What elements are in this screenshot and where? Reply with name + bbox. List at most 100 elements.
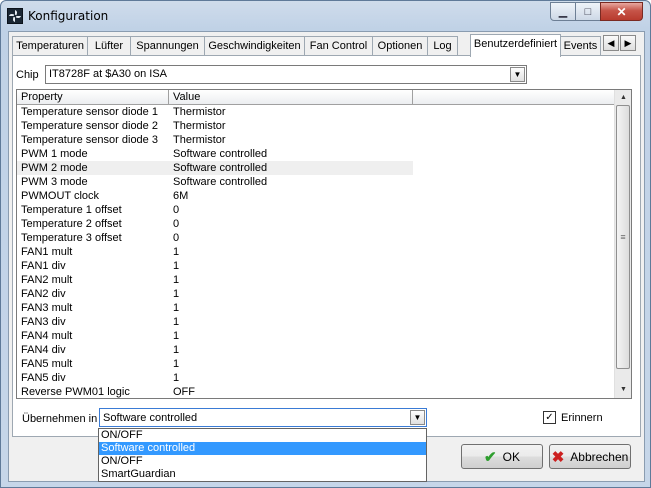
table-row[interactable]: Temperature 2 offset 0 [17,217,615,231]
minimize-button[interactable]: ▁ [550,2,576,21]
column-header-empty [413,90,615,105]
value-cell[interactable]: OFF [169,385,413,398]
tab-geschwindigkeiten[interactable]: Geschwindigkeiten [204,36,305,56]
window-title: Konfiguration [28,9,109,23]
table-row[interactable]: Temperature 1 offset 0 [17,203,615,217]
column-header-property[interactable]: Property [17,90,169,105]
property-cell: FAN4 mult [21,330,73,342]
cancel-button[interactable]: ✖ Abbrechen [549,444,631,469]
table-row[interactable]: FAN4 mult 1 [17,329,615,343]
apply-to-dropdown-list: ON/OFF Software controlled ON/OFF SmartG… [98,428,427,482]
table-row[interactable]: PWM 2 mode Software controlled [17,161,615,175]
tab-luefter[interactable]: Lüfter [87,36,131,56]
tab-temperaturen[interactable]: Temperaturen [12,36,88,56]
vertical-scrollbar[interactable]: ▲ ≡ ▼ [614,90,631,398]
remember-check-mark[interactable]: ✓ [543,411,556,424]
value-cell[interactable]: 1 [169,301,413,315]
table-row[interactable]: Temperature 3 offset 0 [17,231,615,245]
value-cell[interactable]: Software controlled [169,175,413,189]
value-cell[interactable]: 0 [169,203,413,217]
grid-rows: Temperature sensor diode 1 Thermistor Temp… [17,105,615,398]
value-cell[interactable]: 1 [169,329,413,343]
tab-scroll-left-icon[interactable]: ◀ [603,35,619,51]
title-bar[interactable]: Konfiguration ▁ □ ✕ [1,1,650,31]
chevron-down-icon[interactable]: ▼ [510,67,525,82]
caption-buttons: ▁ □ ✕ [550,2,643,21]
table-row[interactable]: PWM 3 mode Software controlled [17,175,615,189]
maximize-button[interactable]: □ [575,2,601,21]
checkmark-icon: ✔ [484,448,497,466]
tab-benutzerdefiniert[interactable]: Benutzerdefiniert [470,34,561,57]
scroll-up-icon[interactable]: ▲ [615,90,631,105]
grid-header: Property Value [17,90,615,105]
value-cell[interactable]: Thermistor [169,105,413,119]
grip-icon: ≡ [620,232,626,242]
value-cell[interactable]: Thermistor [169,119,413,133]
table-row[interactable]: FAN2 div 1 [17,287,615,301]
ok-button[interactable]: ✔ OK [461,444,543,469]
config-window: Konfiguration ▁ □ ✕ Temperaturen Lüfter … [0,0,651,488]
property-cell: FAN4 div [21,344,66,356]
tab-log[interactable]: Log [427,36,458,56]
column-header-value[interactable]: Value [169,90,413,105]
value-cell[interactable]: 6M [169,189,413,203]
table-row[interactable]: FAN3 mult 1 [17,301,615,315]
scroll-down-icon[interactable]: ▼ [615,382,631,397]
table-row[interactable]: FAN1 div 1 [17,259,615,273]
property-cell: Temperature 2 offset [21,218,122,230]
tab-spannungen[interactable]: Spannungen [130,36,205,56]
property-cell: Temperature 1 offset [21,204,122,216]
table-row[interactable]: FAN1 mult 1 [17,245,615,259]
value-cell[interactable]: 1 [169,315,413,329]
table-row[interactable]: FAN2 mult 1 [17,273,615,287]
table-row[interactable]: FAN4 div 1 [17,343,615,357]
table-row[interactable]: PWMOUT clock 6M [17,189,615,203]
value-cell[interactable]: Thermistor [169,133,413,147]
custom-settings-panel: Chip IT8728F at $A30 on ISA ▼ Property V… [12,55,641,437]
tab-fan-control[interactable]: Fan Control [304,36,373,56]
table-row[interactable]: FAN5 div 1 [17,371,615,385]
chip-select[interactable]: IT8728F at $A30 on ISA ▼ [45,65,527,84]
table-row[interactable]: FAN5 mult 1 [17,357,615,371]
value-cell[interactable]: 1 [169,245,413,259]
tab-optionen[interactable]: Optionen [372,36,428,56]
property-cell: FAN2 mult [21,274,73,286]
value-cell[interactable]: 0 [169,217,413,231]
value-cell[interactable]: 1 [169,357,413,371]
property-cell: Temperature 3 offset [21,232,122,244]
property-cell: Temperature sensor diode 3 [21,134,158,146]
fan-icon [7,8,23,24]
table-row[interactable]: FAN3 div 1 [17,315,615,329]
table-row[interactable]: Temperature sensor diode 2 Thermistor [17,119,615,133]
property-cell: FAN5 div [21,372,66,384]
table-row[interactable]: Temperature sensor diode 1 Thermistor [17,105,615,119]
property-grid[interactable]: Property Value Temperature sensor diode … [16,89,632,399]
dropdown-option-software-controlled[interactable]: Software controlled [99,442,426,455]
close-button[interactable]: ✕ [600,2,643,21]
property-cell: Reverse PWM01 logic [21,386,130,398]
dropdown-option-on-off-2[interactable]: ON/OFF [99,455,426,468]
property-cell: FAN1 div [21,260,66,272]
dropdown-option-smartguardian[interactable]: SmartGuardian [99,468,426,481]
value-cell[interactable]: Software controlled [169,161,413,175]
property-cell: FAN3 mult [21,302,73,314]
scroll-thumb[interactable]: ≡ [616,105,630,369]
property-cell: FAN5 mult [21,358,73,370]
dropdown-option-on-off[interactable]: ON/OFF [99,429,426,442]
table-row[interactable]: Reverse PWM01 logic OFF [17,385,615,398]
value-cell[interactable]: 0 [169,231,413,245]
table-row[interactable]: Temperature sensor diode 3 Thermistor [17,133,615,147]
value-cell[interactable]: 1 [169,259,413,273]
value-cell[interactable]: 1 [169,287,413,301]
apply-to-select[interactable]: Software controlled ▼ [99,408,427,427]
tab-scroll-right-icon[interactable]: ▶ [620,35,636,51]
remember-label: Erinnern [561,411,603,424]
value-cell[interactable]: 1 [169,343,413,357]
remember-checkbox[interactable]: ✓ Erinnern [543,411,603,424]
value-cell[interactable]: 1 [169,371,413,385]
tab-events[interactable]: Events [560,36,601,56]
table-row[interactable]: PWM 1 mode Software controlled [17,147,615,161]
value-cell[interactable]: 1 [169,273,413,287]
value-cell[interactable]: Software controlled [169,147,413,161]
chevron-down-icon[interactable]: ▼ [410,410,425,425]
